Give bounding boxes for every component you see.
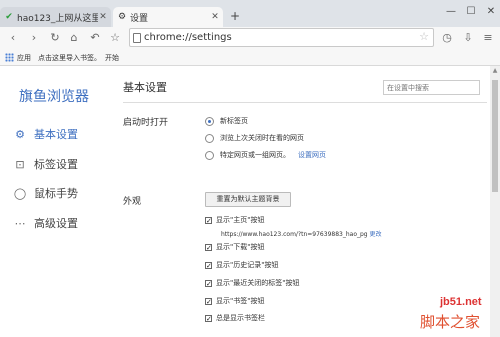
bookmark-star-icon[interactable]: ☆ — [108, 30, 122, 46]
close-tab-icon[interactable]: ✕ — [98, 12, 108, 22]
watermark-domain: jb51.net — [440, 296, 482, 308]
checkbox-checked[interactable]: ✓ — [205, 279, 212, 287]
apps-link[interactable]: 应用 — [17, 53, 31, 63]
gear-icon: ⚙ — [117, 12, 127, 22]
sidebar-item-label: 基本设置 — [34, 128, 78, 141]
start-link[interactable]: 开始 — [105, 53, 119, 63]
minimize-button[interactable]: — — [444, 6, 458, 17]
tab-title: hao123_上网从这里开始 — [17, 13, 98, 24]
always-show-bookmarks-bar-checkbox-row[interactable]: ✓ 总是显示书签栏 — [205, 312, 265, 324]
option-label: 浏览上次关闭时在看的网页 — [220, 134, 304, 142]
download-icon[interactable]: ⇩ — [461, 30, 475, 46]
page-title: 基本设置 — [123, 81, 167, 94]
tab-icon: ⊡ — [15, 157, 25, 171]
watermark-site-name: 脚本之家 — [420, 313, 481, 331]
tab-title: 设置 — [130, 13, 149, 24]
tab-hao123[interactable]: ✔ hao123_上网从这里开始 ✕ — [0, 7, 111, 27]
option-label: 特定网页或一组网页。 — [220, 151, 290, 159]
close-window-button[interactable]: ✕ — [484, 6, 498, 17]
checkbox-label: 显示"最近关闭的标签"按钮 — [216, 279, 300, 287]
checkbox-checked[interactable]: ✓ — [205, 216, 212, 224]
checkbox-label: 显示"主页"按钮 — [216, 216, 265, 224]
settings-main: 基本设置 启动时打开 新标签页 浏览上次关闭时在看的网页 特定网页或一组网页。 … — [106, 66, 490, 337]
home-url-text: https://www.hao123.com/?tn=97639883_hao_… — [221, 231, 368, 238]
show-download-checkbox-row[interactable]: ✓ 显示"下载"按钮 — [205, 241, 264, 253]
scrollbar[interactable]: ▲ — [490, 66, 500, 337]
reload-icon[interactable]: ↻ — [48, 30, 62, 46]
url-text: chrome://settings — [144, 32, 232, 43]
mouse-icon: ◯ — [13, 186, 27, 200]
sidebar-item-label: 标签设置 — [34, 158, 78, 171]
reset-theme-button[interactable]: 重置为默认主题背景 — [205, 192, 291, 207]
radio-selected[interactable] — [205, 116, 214, 126]
option-label: 新标签页 — [220, 117, 248, 125]
new-tab-button[interactable]: + — [229, 9, 241, 23]
back-icon[interactable]: ‹ — [6, 30, 20, 46]
address-bar[interactable]: chrome://settings ☆ — [129, 28, 434, 47]
bookmarks-bar: 应用 点击这里导入书签。 开始 — [0, 49, 500, 66]
menu-icon[interactable]: ≡ — [481, 30, 495, 46]
show-bookmarks-button-checkbox-row[interactable]: ✓ 显示"书签"按钮 — [205, 295, 264, 307]
home-url: https://www.hao123.com/?tn=97639883_hao_… — [221, 229, 382, 238]
page-icon — [133, 33, 141, 43]
sidebar-item-label: 高级设置 — [34, 217, 78, 230]
star-icon[interactable]: ☆ — [419, 30, 429, 43]
tab-settings[interactable]: ⚙ 设置 ✕ — [113, 7, 223, 27]
history-clock-icon[interactable]: ◷ — [440, 30, 454, 46]
tab-strip: ✔ hao123_上网从这里开始 ✕ ⚙ 设置 ✕ + — ☐ ✕ — [0, 0, 500, 27]
checkbox-checked[interactable]: ✓ — [205, 314, 212, 322]
startup-option-specific[interactable]: 特定网页或一组网页。 设置网页 — [205, 149, 326, 161]
maximize-button[interactable]: ☐ — [464, 6, 478, 17]
sidebar-item-tabs[interactable]: ⊡ 标签设置 — [0, 153, 106, 175]
set-pages-link[interactable]: 设置网页 — [298, 150, 326, 160]
startup-option-newtab[interactable]: 新标签页 — [205, 115, 248, 127]
home-icon[interactable]: ⌂ — [67, 30, 81, 46]
sidebar-item-advanced[interactable]: ⋯ 高级设置 — [0, 212, 106, 234]
checkbox-checked[interactable]: ✓ — [205, 261, 212, 269]
show-home-checkbox-row[interactable]: ✓ 显示"主页"按钮 — [205, 214, 264, 226]
startup-option-continue[interactable]: 浏览上次关闭时在看的网页 — [205, 132, 304, 144]
more-icon: ⋯ — [14, 216, 26, 230]
close-tab-icon[interactable]: ✕ — [210, 12, 220, 22]
appearance-label: 外观 — [123, 197, 142, 207]
sidebar-item-gestures[interactable]: ◯ 鼠标手势 — [0, 182, 106, 204]
checkbox-label: 总是显示书签栏 — [216, 314, 265, 322]
checkbox-label: 显示"下载"按钮 — [216, 243, 265, 251]
apps-grid-icon[interactable] — [5, 53, 14, 62]
hao123-favicon-icon: ✔ — [5, 12, 13, 22]
sidebar-item-basic[interactable]: ⚙ 基本设置 — [0, 123, 106, 145]
checkbox-checked[interactable]: ✓ — [205, 297, 212, 305]
settings-search-input[interactable] — [383, 80, 480, 95]
forward-icon[interactable]: › — [27, 30, 41, 46]
checkbox-checked[interactable]: ✓ — [205, 243, 212, 251]
show-history-checkbox-row[interactable]: ✓ 显示"历史记录"按钮 — [205, 259, 278, 271]
divider — [123, 102, 487, 103]
radio[interactable] — [205, 133, 214, 143]
settings-sidebar: 旗鱼浏览器 ⚙ 基本设置 ⊡ 标签设置 ◯ 鼠标手势 ⋯ 高级设置 — [0, 66, 106, 337]
scrollbar-thumb[interactable] — [492, 80, 498, 192]
sidebar-item-label: 鼠标手势 — [34, 187, 78, 200]
radio[interactable] — [205, 150, 214, 160]
checkbox-label: 显示"历史记录"按钮 — [216, 261, 279, 269]
gear-icon: ⚙ — [15, 127, 25, 141]
undo-close-icon[interactable]: ↶ — [88, 30, 102, 46]
change-home-link[interactable]: 更改 — [370, 231, 382, 238]
checkbox-label: 显示"书签"按钮 — [216, 297, 265, 305]
startup-label: 启动时打开 — [123, 118, 169, 128]
toolbar: ‹ › ↻ ⌂ ↶ ☆ chrome://settings ☆ ◷ ⇩ ≡ — [0, 27, 500, 49]
brand-name: 旗鱼浏览器 — [19, 89, 89, 105]
show-recent-closed-checkbox-row[interactable]: ✓ 显示"最近关闭的标签"按钮 — [205, 277, 299, 289]
scroll-up-icon[interactable]: ▲ — [490, 66, 500, 76]
import-bookmarks-link[interactable]: 点击这里导入书签。 — [38, 53, 101, 63]
